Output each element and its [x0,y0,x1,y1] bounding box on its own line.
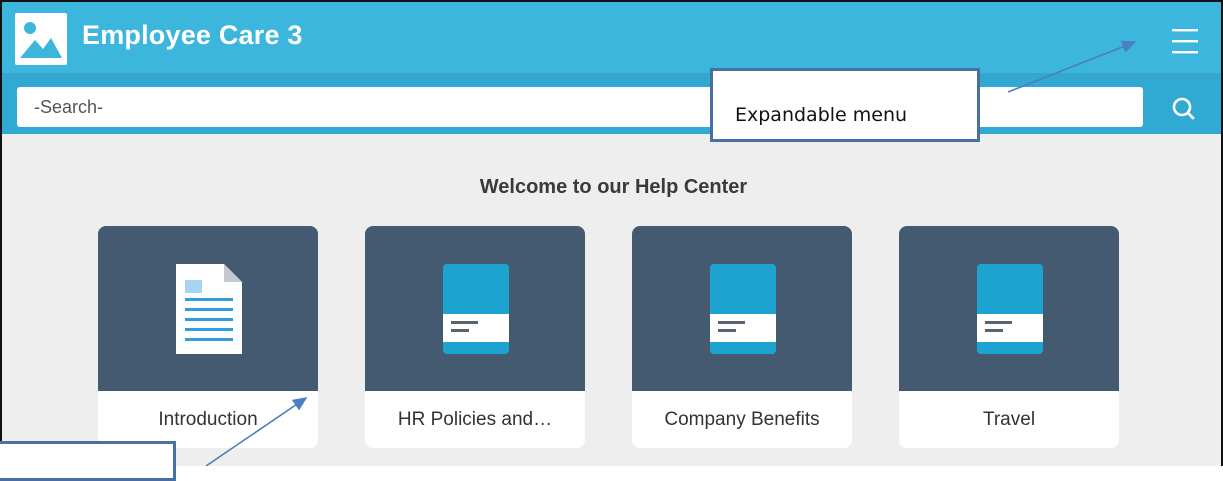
menu-callout-arrow [1007,40,1137,93]
annotation-arrows [205,40,1137,466]
card-callout-arrow [205,397,308,466]
